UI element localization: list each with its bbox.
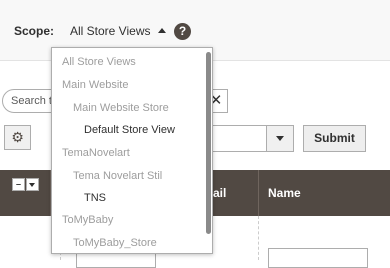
scope-option-temanovelart: TemaNovelart — [62, 147, 130, 159]
column-separator — [258, 170, 259, 216]
settings-button[interactable]: ⚙ — [4, 125, 31, 150]
submit-button[interactable]: Submit — [303, 125, 366, 152]
scope-switcher[interactable]: All Store Views — [70, 24, 167, 38]
scope-option-main-website: Main Website — [62, 79, 129, 91]
filter-input[interactable] — [268, 248, 368, 268]
scope-dropdown: All Store Views Main Website Main Websit… — [51, 47, 213, 254]
help-icon[interactable]: ? — [174, 23, 191, 40]
mass-select-dropdown-icon[interactable] — [26, 178, 39, 191]
scope-option-tema-novelart-stil: Tema Novelart Stil — [73, 170, 163, 182]
row-divider — [258, 216, 259, 260]
scope-option-main-website-store: Main Website Store — [73, 102, 169, 114]
scope-current[interactable]: All Store Views — [70, 24, 150, 38]
mass-select[interactable]: – — [12, 178, 39, 191]
column-email-header[interactable]: ail — [213, 186, 226, 200]
scrollbar-thumb[interactable] — [206, 52, 211, 234]
caret-up-icon[interactable] — [158, 28, 167, 33]
scope-label: Scope: — [14, 24, 55, 38]
chevron-down-icon[interactable] — [266, 126, 293, 151]
action-select[interactable] — [206, 125, 294, 152]
scope-option-all-store-views: All Store Views — [62, 56, 136, 68]
minus-checkbox-icon[interactable]: – — [12, 178, 25, 191]
scope-option-tomybaby: ToMyBaby — [62, 214, 114, 226]
gear-icon[interactable]: ⚙ — [11, 129, 24, 145]
column-name-header[interactable]: Name — [268, 186, 301, 200]
scope-option-default-store-view[interactable]: Default Store View — [84, 119, 175, 141]
scope-option-tomybaby-store: ToMyBaby_Store — [73, 237, 157, 249]
scope-option-tns[interactable]: TNS — [84, 187, 106, 209]
